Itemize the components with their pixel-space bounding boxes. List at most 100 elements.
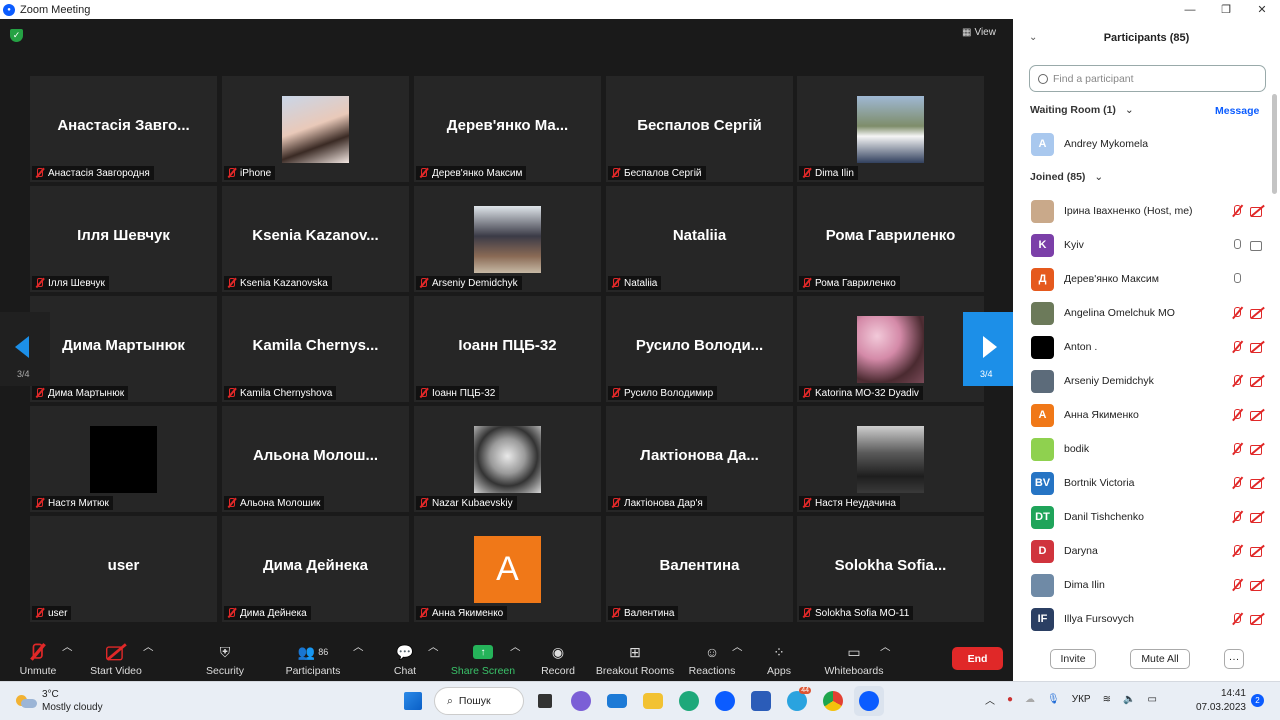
chevron-up-icon[interactable]: ︿ [510, 639, 521, 658]
notification-badge[interactable]: 2 [1251, 694, 1264, 707]
participant-tile[interactable]: Анастасія Завго... Анастасія Завгородня [30, 76, 217, 182]
teams-chat-icon[interactable] [566, 686, 596, 716]
reactions-button[interactable]: ☺ Reactions [688, 639, 736, 681]
video-off-icon[interactable] [1250, 477, 1265, 489]
video-off-icon[interactable] [1250, 307, 1265, 319]
participant-tile[interactable]: Дерев'янко Ма... Дерев'янко Максим [414, 76, 601, 182]
muted-mic-icon[interactable] [1230, 306, 1244, 320]
video-off-icon[interactable] [1250, 409, 1265, 421]
participant-tile[interactable]: Русило Володи... Русило Володимир [606, 296, 793, 402]
chevron-up-icon[interactable]: ︿ [62, 639, 73, 658]
video-off-icon[interactable] [1250, 613, 1265, 625]
participant-tile[interactable]: Валентина Валентина [606, 516, 793, 622]
end-meeting-button[interactable]: End [952, 647, 1003, 670]
muted-mic-icon[interactable] [1230, 510, 1244, 524]
participant-tile[interactable]: Nataliia Nataliia [606, 186, 793, 292]
muted-mic-icon[interactable] [1230, 612, 1244, 626]
participant-tile[interactable]: Беспалов Сергій Беспалов Сергій [606, 76, 793, 182]
weather-widget[interactable]: 3°C Mostly cloudy [16, 688, 103, 714]
video-off-icon[interactable] [1250, 511, 1265, 523]
chevron-up-icon[interactable]: ︿ [732, 639, 743, 658]
breakout-rooms-button[interactable]: ⊞ Breakout Rooms [595, 639, 675, 681]
security-button[interactable]: ⛨ Security [203, 639, 247, 681]
view-button[interactable]: ▦ View [962, 27, 996, 38]
next-page-button[interactable]: 3/4 [963, 312, 1013, 386]
video-off-icon[interactable] [1250, 579, 1265, 591]
panel-scrollbar[interactable] [1272, 94, 1277, 194]
participant-row[interactable]: A Andrey Mykomela [1031, 127, 1271, 161]
security-tray-icon[interactable]: ● [1007, 694, 1013, 705]
clock[interactable]: 14:41 07.03.2023 [1196, 687, 1246, 715]
message-waiting-button[interactable]: Message [1215, 105, 1259, 117]
battery-icon[interactable]: ▭ [1147, 694, 1156, 705]
cloud-icon[interactable]: ☁ [1025, 694, 1035, 705]
participant-row[interactable]: Arseniy Demidchyk [1031, 364, 1271, 398]
edge-icon[interactable] [674, 686, 704, 716]
start-button[interactable] [398, 686, 428, 716]
muted-mic-icon[interactable] [1230, 544, 1244, 558]
participant-tile[interactable]: Іоанн ПЦБ-32 Іоанн ПЦБ-32 [414, 296, 601, 402]
chat-button[interactable]: 💬 Chat [390, 639, 420, 681]
participant-row[interactable]: Ірина Івахненко (Host, me) [1031, 194, 1271, 228]
participant-tile[interactable]: Arseniy Demidchyk [414, 186, 601, 292]
participant-row[interactable]: Angelina Omelchuk MO [1031, 296, 1271, 330]
muted-mic-icon[interactable] [1230, 204, 1244, 218]
participant-tile[interactable]: Nazar Kubaevskiy [414, 406, 601, 512]
restore-button[interactable]: ❐ [1208, 0, 1244, 19]
chevron-up-icon[interactable]: ︿ [143, 639, 154, 658]
participant-tile[interactable]: Ksenia Kazanov... Ksenia Kazanovska [222, 186, 409, 292]
participant-tile[interactable]: Настя Неудачина [797, 406, 984, 512]
zoom-meeting-taskbar-icon[interactable] [854, 686, 884, 716]
participant-tile[interactable]: Лактіонова Да... Лактіонова Дар'я [606, 406, 793, 512]
joined-header[interactable]: Joined (85) ⌄ [1030, 171, 1103, 183]
minimize-button[interactable]: — [1172, 0, 1208, 19]
video-off-icon[interactable] [1250, 375, 1265, 387]
muted-mic-icon[interactable] [1230, 476, 1244, 490]
muted-mic-icon[interactable] [1230, 340, 1244, 354]
participant-tile[interactable]: Dima Ilin [797, 76, 984, 182]
more-options-button[interactable]: ··· [1224, 649, 1244, 669]
previous-page-button[interactable]: 3/4 [0, 312, 50, 386]
participant-row[interactable]: DT Danil Tishchenko [1031, 500, 1271, 534]
language-indicator[interactable]: УКР [1072, 694, 1091, 705]
participant-tile[interactable]: Ілля Шевчук Ілля Шевчук [30, 186, 217, 292]
mail-icon[interactable] [602, 686, 632, 716]
video-off-icon[interactable] [1250, 545, 1265, 557]
chevron-up-icon[interactable]: ︿ [428, 639, 439, 658]
whiteboards-button[interactable]: ▭ Whiteboards [822, 639, 886, 681]
video-off-icon[interactable] [1250, 443, 1265, 455]
participant-tile[interactable]: Рома Гавриленко Рома Гавриленко [797, 186, 984, 292]
record-button[interactable]: ◉ Record [538, 639, 578, 681]
mute-all-button[interactable]: Mute All [1130, 649, 1190, 669]
participant-tile[interactable]: Дима Дейнека Дима Дейнека [222, 516, 409, 622]
microphone-tray-icon[interactable]: 🎙 [1047, 694, 1060, 705]
participant-tile[interactable]: iPhone [222, 76, 409, 182]
participant-row[interactable]: K Kyiv [1031, 228, 1271, 262]
participant-tile[interactable]: Настя Митюк [30, 406, 217, 512]
participant-tile[interactable]: Дима Мартынюк Дима Мартынюк [30, 296, 217, 402]
participant-row[interactable]: bodik [1031, 432, 1271, 466]
chevron-up-icon[interactable]: ︿ [880, 639, 891, 658]
muted-mic-icon[interactable] [1230, 374, 1244, 388]
video-icon[interactable] [1250, 239, 1265, 251]
wifi-icon[interactable]: ≋ [1103, 694, 1111, 705]
close-button[interactable]: ✕ [1244, 0, 1280, 19]
chrome-icon[interactable] [818, 686, 848, 716]
participants-button[interactable]: 👥 86 Participants [284, 639, 342, 681]
mic-icon[interactable] [1230, 238, 1244, 252]
participant-row[interactable]: D Daryna [1031, 534, 1271, 568]
participant-search-input[interactable]: Find a participant [1029, 65, 1266, 92]
participant-row[interactable]: Anton . [1031, 330, 1271, 364]
task-view-icon[interactable] [530, 686, 560, 716]
apps-button[interactable]: ⁘ Apps [764, 639, 794, 681]
participant-tile[interactable]: Альона Молош... Альона Молошик [222, 406, 409, 512]
participant-row[interactable]: Д Дерев'янко Максим [1031, 262, 1271, 296]
participant-tile[interactable]: Kamila Chernys... Kamila Chernyshova [222, 296, 409, 402]
word-icon[interactable] [746, 686, 776, 716]
start-video-button[interactable]: Start Video [88, 639, 144, 681]
volume-icon[interactable]: 🔈 [1123, 694, 1135, 705]
unmute-button[interactable]: Unmute [18, 639, 58, 681]
encryption-shield-icon[interactable]: ✓ [10, 29, 23, 42]
chevron-up-icon[interactable]: ︿ [353, 639, 364, 658]
mic-icon[interactable] [1230, 272, 1244, 286]
